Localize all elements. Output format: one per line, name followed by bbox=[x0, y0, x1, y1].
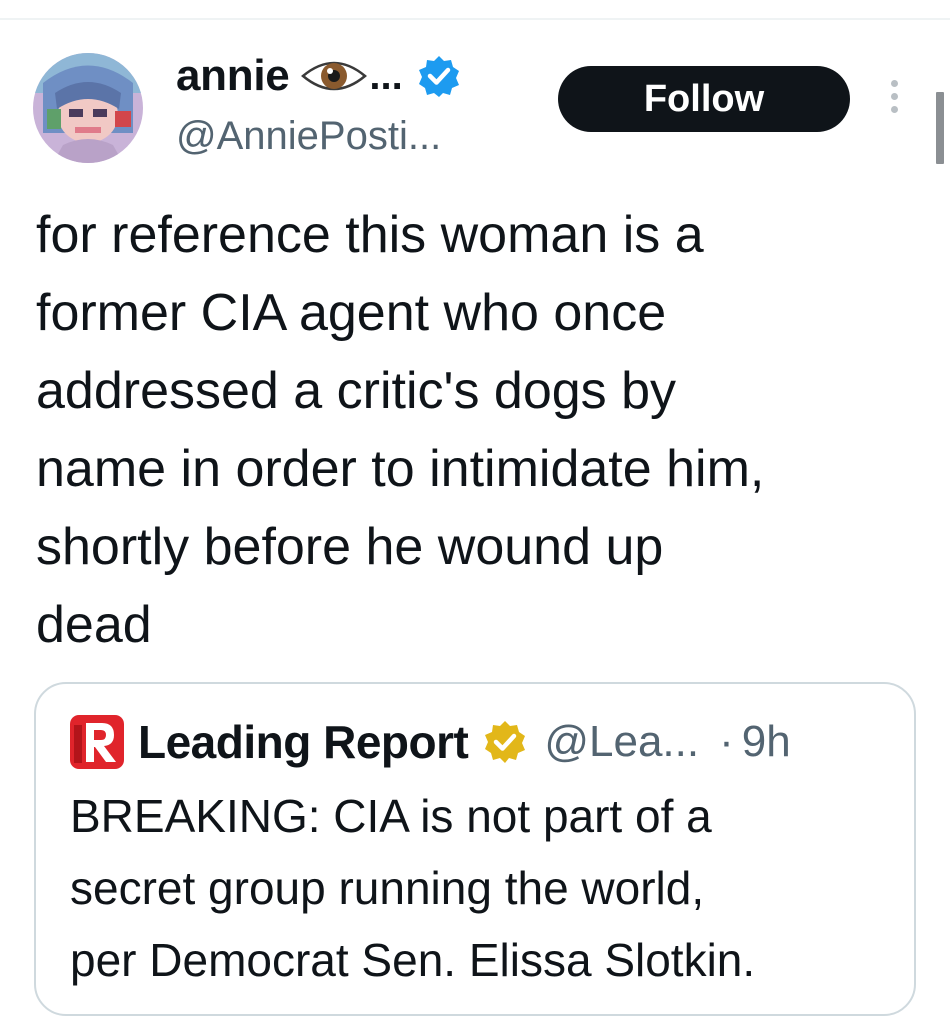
author-name-row[interactable]: annie ... bbox=[176, 48, 546, 104]
verified-check-icon[interactable] bbox=[417, 54, 461, 98]
quoted-tweet-header: Leading Report @Lea... · 9h bbox=[70, 710, 910, 774]
more-options-icon[interactable] bbox=[886, 80, 902, 118]
gold-verified-badge-icon[interactable] bbox=[482, 719, 528, 765]
author-display-name[interactable]: annie bbox=[176, 48, 290, 104]
quoted-author-handle[interactable]: @Lea... bbox=[544, 717, 699, 767]
eye-icon bbox=[301, 61, 368, 91]
tweet-view: annie ... @AnniePosti... Follow for refe… bbox=[0, 0, 950, 1024]
quoted-tweet-text: BREAKING: CIA is not part of a secret gr… bbox=[70, 790, 756, 986]
author-handle[interactable]: @AnniePosti... bbox=[176, 108, 546, 164]
scrollbar-thumb[interactable] bbox=[936, 92, 944, 164]
quoted-tweet-card[interactable]: Leading Report @Lea... · 9h BREAKING: CI… bbox=[34, 682, 916, 1016]
follow-button[interactable]: Follow bbox=[558, 66, 850, 132]
leading-report-logo-icon[interactable] bbox=[70, 715, 124, 769]
tweet-text: for reference this woman is a former CIA… bbox=[36, 206, 765, 654]
meta-separator: · bbox=[719, 717, 734, 766]
avatar-image bbox=[33, 53, 143, 163]
author-avatar[interactable] bbox=[33, 53, 143, 163]
quoted-tweet-timestamp[interactable]: 9h bbox=[742, 717, 791, 767]
name-ellipsis: ... bbox=[369, 54, 403, 98]
quoted-author-name[interactable]: Leading Report bbox=[138, 715, 469, 769]
author-block: annie ... @AnniePosti... bbox=[176, 48, 546, 164]
top-divider bbox=[0, 18, 950, 20]
